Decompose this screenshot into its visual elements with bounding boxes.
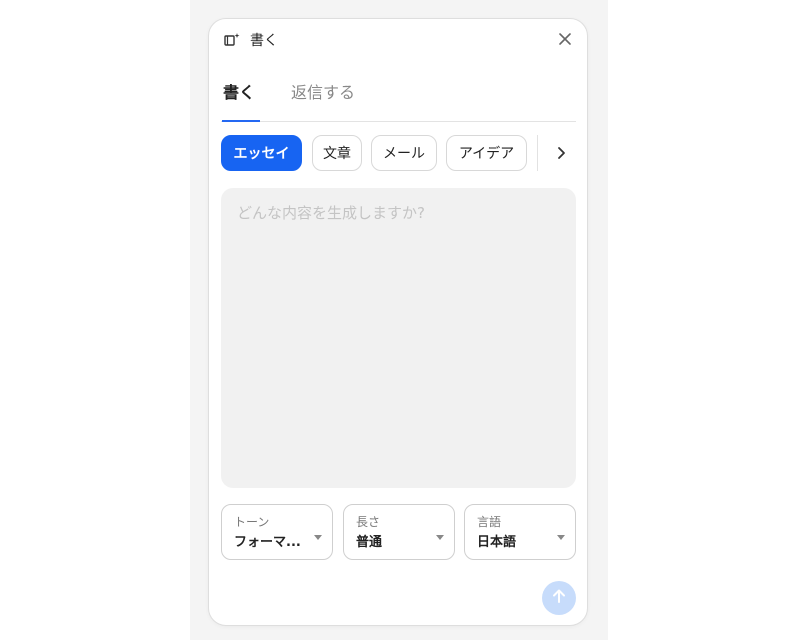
language-select[interactable]: 言語 日本語 <box>464 504 576 560</box>
write-sparkle-icon <box>223 31 241 49</box>
length-label: 長さ <box>356 515 381 529</box>
chevron-right-icon[interactable] <box>551 143 571 163</box>
active-tab-indicator <box>222 120 260 122</box>
close-icon[interactable] <box>555 29 575 49</box>
chip-overflow-edge <box>537 135 546 171</box>
length-select[interactable]: 長さ 普通 <box>343 504 455 560</box>
send-button[interactable] <box>542 581 576 615</box>
arrow-up-icon <box>550 587 568 609</box>
language-label: 言語 <box>477 515 502 529</box>
prompt-input[interactable] <box>221 188 576 488</box>
panel-title: 書く <box>250 33 278 49</box>
tone-value: フォーマ... <box>234 535 301 550</box>
tab-reply[interactable]: 返信する <box>291 79 355 103</box>
language-value: 日本語 <box>477 535 517 550</box>
chip-text[interactable]: 文章 <box>312 135 362 171</box>
chip-mail[interactable]: メール <box>371 135 437 171</box>
caret-down-icon <box>436 535 444 540</box>
chip-idea[interactable]: アイデア <box>446 135 527 171</box>
tone-label: トーン <box>234 515 270 529</box>
panel-header: 書く <box>209 19 587 61</box>
caret-down-icon <box>557 535 565 540</box>
mode-tabs: 書く 返信する <box>221 79 576 122</box>
write-assistant-panel: 書く 書く 返信する エッセイ 文章 メール アイデア トーン フォーマ... … <box>208 18 588 626</box>
tab-write[interactable]: 書く <box>223 79 255 103</box>
caret-down-icon <box>314 535 322 540</box>
tone-select[interactable]: トーン フォーマ... <box>221 504 333 560</box>
length-value: 普通 <box>356 535 383 550</box>
chip-essay[interactable]: エッセイ <box>221 135 302 171</box>
